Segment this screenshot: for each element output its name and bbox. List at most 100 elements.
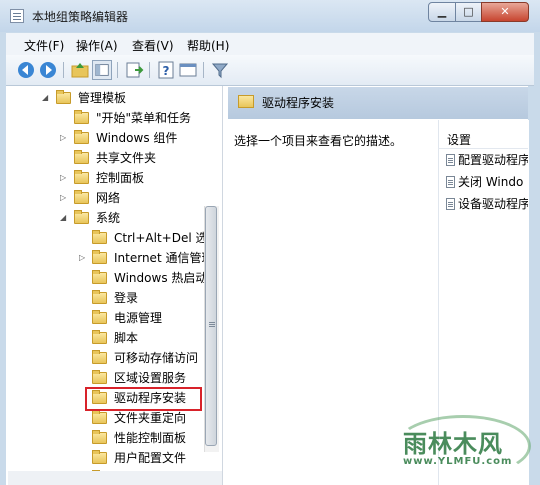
- tree-item-label: 控制面板: [96, 171, 145, 185]
- folder-icon: [74, 150, 89, 164]
- toolbar-separator: [117, 62, 118, 78]
- tree-item-label: Windows 组件: [96, 131, 178, 145]
- tree-item-label: "开始"菜单和任务: [96, 111, 192, 125]
- tree-scroll-thumb[interactable]: [205, 206, 217, 446]
- toolbar-separator: [203, 62, 204, 78]
- up-folder-icon[interactable]: [70, 60, 90, 80]
- tree-item-label: 性能控制面板: [114, 431, 187, 445]
- properties-icon[interactable]: [178, 60, 198, 80]
- tree-item-label: 登录: [114, 291, 139, 305]
- tree-item[interactable]: 可移动存储访问: [0, 348, 204, 368]
- close-button[interactable]: ✕: [481, 2, 529, 22]
- setting-label: 配置驱动程序: [458, 153, 528, 167]
- tree-item-label: 区域设置服务: [114, 371, 187, 385]
- tree-item[interactable]: ◢ 管理模板: [0, 88, 204, 108]
- expanded-arrow-icon[interactable]: ◢: [42, 88, 52, 108]
- collapsed-arrow-icon[interactable]: ▷: [60, 168, 70, 188]
- group-policy-editor-window: 本地组策略编辑器 ▁ □ ✕ 文件(F) 操作(A) 查看(V) 帮助(H) ?: [0, 0, 540, 485]
- tree-item[interactable]: ▷ Internet 通信管理: [0, 248, 213, 268]
- toolbar: ?: [6, 55, 534, 86]
- tree-item[interactable]: 用户配置文件: [0, 448, 204, 468]
- menu-action[interactable]: 操作(A): [76, 37, 118, 54]
- menu-view[interactable]: 查看(V): [132, 37, 174, 54]
- tree-horizontal-scrollbar[interactable]: [8, 471, 222, 485]
- minimize-button[interactable]: ▁: [428, 2, 456, 22]
- tree-item[interactable]: "开始"菜单和任务: [0, 108, 204, 128]
- tree-item-label: 文件夹重定向: [114, 411, 187, 425]
- tree-item[interactable]: 区域设置服务: [0, 368, 204, 388]
- maximize-button[interactable]: □: [455, 2, 482, 22]
- toolbar-separator: [149, 62, 150, 78]
- forward-arrow-icon[interactable]: [38, 60, 58, 80]
- scroll-grip-icon: [209, 322, 215, 323]
- title-bar[interactable]: 本地组策略编辑器 ▁ □ ✕: [0, 0, 540, 32]
- folder-icon: [92, 450, 107, 464]
- folder-icon: [92, 350, 107, 364]
- folder-icon: [74, 110, 89, 124]
- folder-icon: [74, 130, 89, 144]
- watermark-url: www.YLMFU.com: [403, 456, 513, 467]
- tree-item[interactable]: 脚本: [0, 328, 204, 348]
- filter-icon[interactable]: [210, 60, 230, 80]
- tree-item[interactable]: ▷ 控制面板: [0, 168, 204, 188]
- settings-column-label: 设置: [447, 133, 472, 147]
- tree-item-label: 脚本: [114, 331, 139, 345]
- tree-item[interactable]: 登录: [0, 288, 204, 308]
- folder-icon: [92, 270, 107, 284]
- menu-bar: 文件(F) 操作(A) 查看(V) 帮助(H): [6, 33, 534, 55]
- tree-item[interactable]: ◢ 系统: [0, 208, 204, 228]
- tree-item[interactable]: Windows 热启动: [0, 268, 208, 288]
- tree-item-label: Ctrl+Alt+Del 选: [114, 231, 208, 245]
- show-hide-tree-icon[interactable]: [92, 60, 112, 80]
- setting-row[interactable]: 关闭 Windo: [446, 172, 528, 192]
- folder-icon: [74, 210, 89, 224]
- setting-doc-icon: [446, 176, 455, 188]
- tree-item-label: 可移动存储访问: [114, 351, 199, 365]
- folder-icon: [56, 90, 71, 104]
- svg-text:?: ?: [163, 64, 170, 78]
- folder-icon: [92, 410, 107, 424]
- menu-file[interactable]: 文件(F): [24, 37, 64, 54]
- tree-item[interactable]: 文件夹重定向: [0, 408, 204, 428]
- help-icon[interactable]: ?: [156, 60, 176, 80]
- tree-item-label: 管理模板: [78, 91, 127, 105]
- tree-item[interactable]: ▷ Windows 组件: [0, 128, 204, 148]
- tree-item[interactable]: Ctrl+Alt+Del 选: [0, 228, 208, 248]
- watermark-logo: 雨林木风: [403, 430, 503, 458]
- window-title: 本地组策略编辑器: [32, 10, 129, 24]
- description-text: 选择一个项目来查看它的描述。: [234, 134, 403, 148]
- tree-item-label: Internet 通信管理: [114, 251, 214, 265]
- tree-item[interactable]: 电源管理: [0, 308, 204, 328]
- export-list-icon[interactable]: [124, 60, 144, 80]
- setting-row[interactable]: 设备驱动程序: [446, 194, 528, 214]
- setting-doc-icon: [446, 154, 455, 166]
- tree-item[interactable]: 共享文件夹: [0, 148, 204, 168]
- expanded-arrow-icon[interactable]: ◢: [60, 208, 70, 228]
- tree-item[interactable]: 性能控制面板: [0, 428, 204, 448]
- setting-doc-icon: [446, 198, 455, 210]
- details-title: 驱动程序安装: [262, 96, 335, 110]
- folder-icon: [92, 370, 107, 384]
- menu-help[interactable]: 帮助(H): [187, 37, 229, 54]
- folder-icon: [238, 95, 254, 108]
- tree-item-label: 共享文件夹: [96, 151, 157, 165]
- folder-icon: [92, 290, 107, 304]
- folder-icon: [92, 310, 107, 324]
- selection-highlight-box: [85, 387, 202, 411]
- folder-icon: [92, 430, 107, 444]
- setting-label: 设备驱动程序: [458, 197, 528, 211]
- tree-item[interactable]: ▷ 网络: [0, 188, 204, 208]
- toolbar-separator: [63, 62, 64, 78]
- collapsed-arrow-icon[interactable]: ▷: [60, 188, 70, 208]
- back-arrow-icon[interactable]: [16, 60, 36, 80]
- collapsed-arrow-icon[interactable]: ▷: [60, 128, 70, 148]
- folder-icon: [74, 170, 89, 184]
- folder-icon: [92, 250, 107, 264]
- tree-item-label: Windows 热启动: [114, 271, 208, 285]
- setting-row[interactable]: 配置驱动程序: [446, 150, 528, 170]
- setting-label: 关闭 Windo: [458, 175, 524, 189]
- folder-icon: [92, 230, 107, 244]
- tree-item-label: 网络: [96, 191, 121, 205]
- collapsed-arrow-icon[interactable]: ▷: [79, 248, 89, 268]
- tree-item-label: 用户配置文件: [114, 451, 187, 465]
